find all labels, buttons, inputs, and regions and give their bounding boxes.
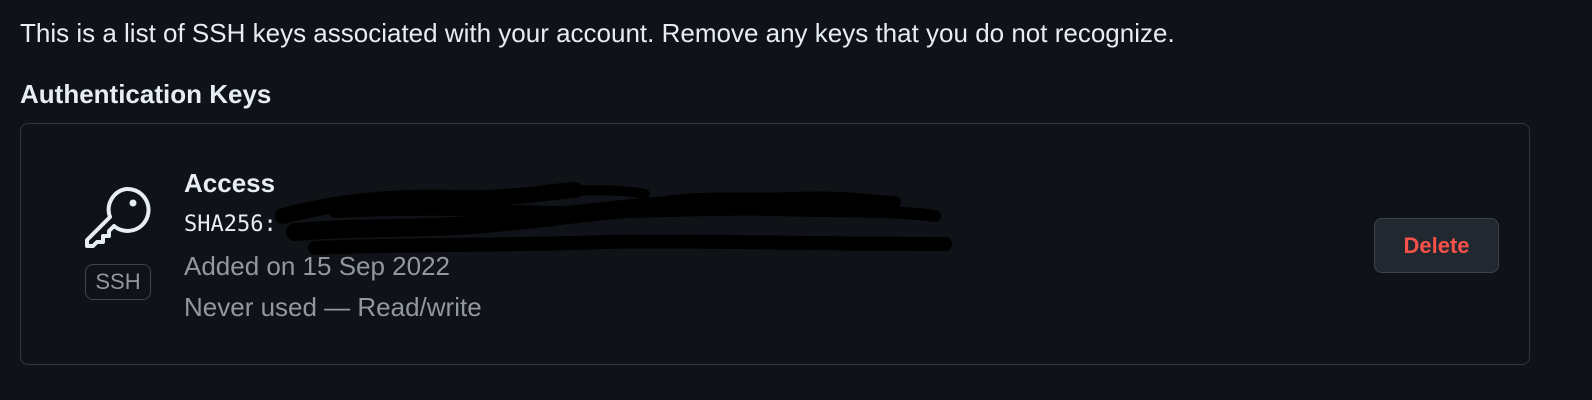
ssh-keys-page: This is a list of SSH keys associated wi… [0,0,1592,400]
intro-text: This is a list of SSH keys associated wi… [20,18,1175,48]
ssh-key-card: SSH Access SHA256: Added on 15 Sep 2022 … [20,123,1530,365]
key-title: Access [184,168,276,198]
key-usage-status: Never used — Read/write [184,292,482,322]
delete-key-button[interactable]: Delete [1374,218,1499,273]
section-title: Authentication Keys [20,79,272,109]
ssh-type-badge: SSH [85,264,151,300]
key-added-date: Added on 15 Sep 2022 [184,251,451,281]
key-fingerprint: SHA256: [184,212,277,237]
key-icon [85,186,151,248]
